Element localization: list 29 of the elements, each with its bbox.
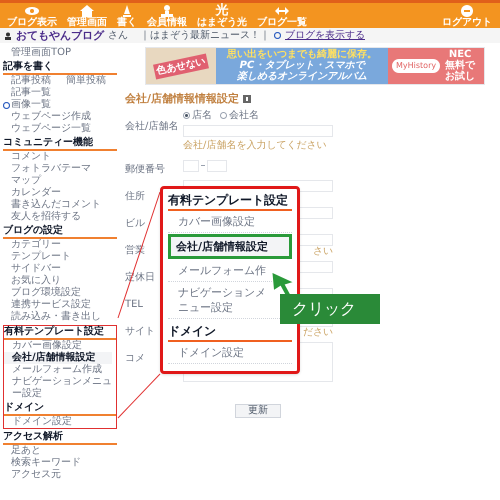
field-label: TEL: [125, 298, 143, 310]
ad-cta: 無料でお試し: [444, 60, 476, 82]
sidebar-heading: 有料テンプレート設定: [4, 326, 116, 340]
ad-product: MyHistory: [392, 59, 440, 73]
news-text: ｜はまぞう最新ニュース！｜: [140, 30, 270, 42]
sidebar-heading: 記事を書く: [3, 61, 117, 75]
field-label: 郵便番号: [125, 164, 165, 174]
logo-glyph: 光: [216, 4, 228, 18]
suffix-text: さん: [108, 30, 128, 42]
field-label: サイト: [125, 326, 155, 336]
ad-tagline: 思い出をいつまでも綺麗に保存。: [227, 50, 377, 60]
sidebar-heading: コミュニティー機能: [3, 137, 117, 151]
field-hint: 会社/店舗名を入力してください: [183, 140, 328, 152]
callout-heading: 有料テンプレート設定: [168, 192, 292, 211]
form-title: 会社/店舗情報情報設定: [125, 91, 240, 107]
sidebar-heading: ドメイン: [4, 402, 116, 416]
field-label: 住所: [125, 190, 145, 202]
ad-headline: 楽しめるオンラインアルバム: [237, 71, 367, 82]
ad-brand: NEC: [448, 50, 472, 60]
ad-badge: 色あせない: [153, 53, 209, 79]
ad-headline: PC・タブレット・スマホで: [240, 60, 364, 71]
field-hint: さい: [313, 246, 333, 258]
field-label: 会社/店舗名: [125, 120, 178, 132]
field-label: ビル: [125, 218, 145, 228]
sidebar-heading: ブログの設定: [3, 225, 117, 239]
click-tooltip: クリック: [280, 294, 380, 324]
field-label: コメ: [125, 352, 145, 364]
sidebar-heading: アクセス解析: [3, 431, 117, 445]
field-hint: ださい: [303, 326, 333, 338]
